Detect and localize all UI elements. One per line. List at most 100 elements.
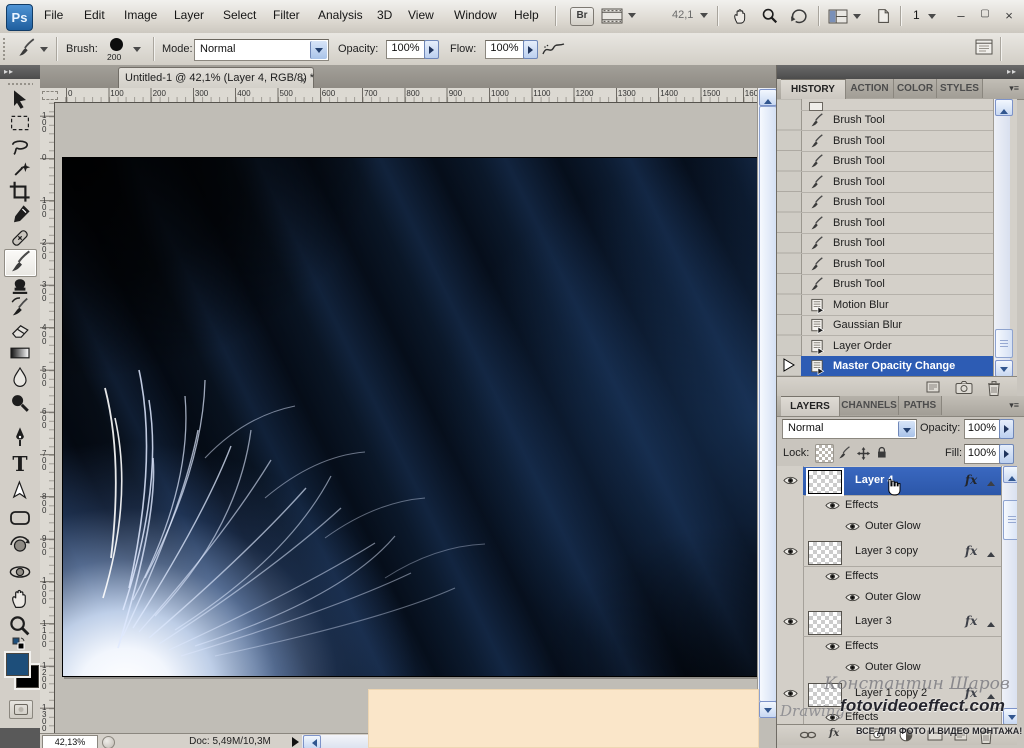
menu-layer[interactable]: Layer bbox=[174, 8, 204, 22]
airbrush-toggle-icon[interactable] bbox=[542, 42, 566, 56]
effect-eye-icon[interactable] bbox=[845, 662, 860, 673]
clone-stamp-tool[interactable] bbox=[8, 272, 32, 296]
delete-state-icon[interactable] bbox=[987, 380, 1001, 396]
view-extras-icon[interactable] bbox=[601, 8, 623, 24]
quick-selection-tool[interactable] bbox=[8, 157, 32, 181]
menu-filter[interactable]: Filter bbox=[273, 8, 300, 22]
arrange-documents-icon[interactable] bbox=[828, 9, 848, 24]
screen-mode-caret[interactable] bbox=[928, 14, 936, 23]
history-item[interactable]: Brush Tool bbox=[801, 151, 993, 172]
zoom-level-value[interactable]: 42,1 bbox=[672, 9, 693, 21]
effects-eye-icon[interactable] bbox=[825, 641, 840, 652]
brush-size-value[interactable]: 200 bbox=[107, 52, 121, 62]
menu-help[interactable]: Help bbox=[514, 8, 539, 22]
layers-panel-menu-icon[interactable]: ▾≡ bbox=[1009, 400, 1019, 411]
toggle-brushes-panel-icon[interactable] bbox=[975, 39, 993, 55]
collapse-effects-icon[interactable] bbox=[987, 618, 995, 627]
effects-label[interactable]: Effects bbox=[845, 570, 878, 582]
scroll-up-button[interactable] bbox=[759, 89, 777, 106]
lock-all-icon[interactable] bbox=[876, 445, 888, 459]
history-item[interactable]: Brush Tool bbox=[801, 254, 993, 275]
screen-mode-icon[interactable] bbox=[876, 8, 889, 23]
tools-grip[interactable] bbox=[7, 82, 33, 87]
blend-mode-dropdown-button[interactable] bbox=[898, 421, 915, 437]
mode-select[interactable]: Normal bbox=[194, 39, 329, 61]
menu-window[interactable]: Window bbox=[454, 8, 497, 22]
lasso-tool[interactable] bbox=[8, 134, 32, 158]
status-timer-icon[interactable] bbox=[102, 736, 115, 748]
rectangular-marquee-tool[interactable] bbox=[8, 111, 32, 135]
history-item[interactable]: Gaussian Blur bbox=[801, 315, 993, 336]
maximize-button[interactable]: ▢ bbox=[976, 8, 994, 19]
link-layers-icon[interactable] bbox=[799, 730, 817, 740]
menu-3d[interactable]: 3D bbox=[377, 8, 392, 22]
crop-tool[interactable] bbox=[8, 180, 32, 204]
zoom-dropdown-caret[interactable] bbox=[700, 13, 708, 22]
spot-healing-brush-tool[interactable] bbox=[8, 226, 32, 250]
fx-badge[interactable]: fx bbox=[965, 614, 977, 628]
history-scroll-down[interactable] bbox=[995, 360, 1013, 376]
layer-thumbnail[interactable] bbox=[808, 611, 842, 635]
history-brush-tool[interactable] bbox=[8, 295, 32, 319]
history-snapshot-column[interactable] bbox=[777, 99, 802, 376]
history-item[interactable]: Brush Tool bbox=[801, 192, 993, 213]
tab-actions[interactable]: ACTION bbox=[846, 79, 894, 98]
history-scrollbar[interactable] bbox=[993, 99, 1010, 376]
blur-tool[interactable] bbox=[8, 365, 32, 389]
fx-badge[interactable]: fx bbox=[965, 473, 977, 487]
history-item[interactable]: Brush Tool bbox=[801, 233, 993, 254]
menu-edit[interactable]: Edit bbox=[84, 8, 105, 22]
foreground-color-swatch[interactable] bbox=[6, 653, 29, 676]
canvas-vertical-scrollbar[interactable] bbox=[757, 88, 777, 718]
options-grip[interactable] bbox=[2, 37, 6, 61]
effects-label[interactable]: Effects bbox=[845, 640, 878, 652]
tab-layers[interactable]: LAYERS bbox=[781, 396, 840, 416]
add-layer-style-icon[interactable]: fx bbox=[829, 728, 839, 739]
visibility-eye-icon[interactable] bbox=[783, 616, 798, 627]
tab-history[interactable]: HISTORY bbox=[781, 79, 846, 99]
menu-image[interactable]: Image bbox=[124, 8, 157, 22]
brush-tool[interactable] bbox=[8, 250, 32, 274]
opacity-field[interactable]: 100% bbox=[386, 40, 425, 59]
scroll-down-button[interactable] bbox=[759, 701, 777, 718]
layer-row-selected[interactable]: Layer 4 fx bbox=[803, 467, 1001, 496]
close-button[interactable]: × bbox=[1000, 8, 1018, 23]
menu-select[interactable]: Select bbox=[223, 8, 256, 22]
horizontal-ruler[interactable]: 0100200300400500600700800900100011001200… bbox=[62, 88, 757, 103]
ruler-origin-box[interactable] bbox=[40, 88, 63, 103]
swap-colors-icon[interactable] bbox=[12, 637, 26, 651]
scroll-left-button[interactable] bbox=[303, 735, 321, 748]
lock-transparency-icon[interactable] bbox=[815, 444, 834, 463]
layers-opacity-spin[interactable] bbox=[999, 419, 1014, 439]
lock-position-icon[interactable] bbox=[856, 446, 871, 461]
arrange-dropdown-caret[interactable] bbox=[853, 14, 861, 23]
zoom-tool-icon[interactable] bbox=[761, 7, 779, 25]
history-item[interactable]: Brush Tool bbox=[801, 131, 993, 152]
history-item[interactable]: Motion Blur bbox=[801, 295, 993, 316]
history-state-pointer[interactable] bbox=[783, 358, 795, 372]
dock-collapse-header[interactable]: ▸▸ bbox=[777, 65, 1024, 79]
history-item[interactable]: Brush Tool bbox=[801, 213, 993, 234]
dodge-tool[interactable] bbox=[8, 391, 32, 415]
layer-row[interactable]: Layer 3 copy fx bbox=[803, 538, 1001, 567]
new-snapshot-icon[interactable] bbox=[955, 380, 973, 395]
effect-eye-icon[interactable] bbox=[845, 592, 860, 603]
menu-file[interactable]: File bbox=[44, 8, 63, 22]
flow-field[interactable]: 100% bbox=[485, 40, 524, 59]
launch-bridge-button[interactable]: Br bbox=[570, 7, 594, 26]
effects-eye-icon[interactable] bbox=[825, 571, 840, 582]
move-tool[interactable] bbox=[8, 88, 32, 112]
effect-eye-icon[interactable] bbox=[845, 521, 860, 532]
layers-scroll-thumb[interactable] bbox=[1003, 500, 1017, 540]
rotate-view-icon[interactable] bbox=[789, 7, 808, 25]
fill-spin[interactable] bbox=[999, 444, 1014, 464]
path-selection-tool[interactable] bbox=[8, 479, 32, 503]
tool-preset-caret[interactable] bbox=[40, 47, 48, 56]
visibility-eye-icon[interactable] bbox=[783, 475, 798, 486]
tab-paths[interactable]: PATHS bbox=[899, 396, 942, 415]
collapse-effects-icon[interactable] bbox=[987, 548, 995, 557]
layers-opacity-field[interactable]: 100% bbox=[964, 419, 1000, 439]
mode-dropdown-button[interactable] bbox=[310, 41, 327, 59]
brush-tool-preset-icon[interactable] bbox=[16, 38, 36, 58]
extras-dropdown-caret[interactable] bbox=[628, 13, 636, 22]
